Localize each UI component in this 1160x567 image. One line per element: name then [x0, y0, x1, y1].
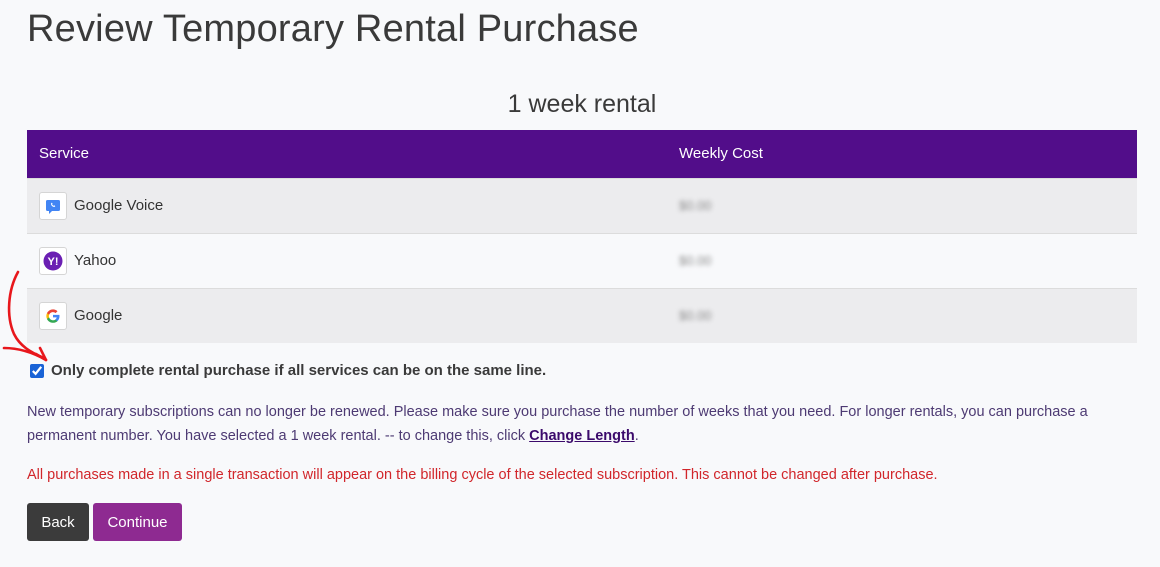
- service-name: Google Voice: [74, 197, 164, 214]
- google-voice-icon: [39, 191, 67, 220]
- same-line-option[interactable]: Only complete rental purchase if all ser…: [30, 362, 546, 379]
- table-header-row: Service Weekly Cost: [27, 130, 1137, 178]
- service-name: Google: [74, 307, 123, 325]
- service-cost: $0.00: [679, 198, 712, 213]
- table-row: Y! Yahoo $0.00: [27, 232, 1137, 288]
- continue-button[interactable]: Continue: [93, 503, 182, 541]
- service-cost: $0.00: [679, 308, 712, 324]
- renewal-info-text: New temporary subscriptions can no longe…: [27, 400, 1127, 448]
- action-buttons: Back Continue: [27, 503, 182, 541]
- billing-warning-text: All purchases made in a single transacti…: [27, 467, 938, 483]
- renewal-info-suffix: .: [634, 428, 639, 444]
- annotation-arrow-icon: [2, 270, 48, 362]
- same-line-checkbox[interactable]: [30, 363, 44, 378]
- header-service: Service: [27, 130, 667, 178]
- rental-length-heading: 1 week rental: [507, 90, 657, 118]
- table-row: Google $0.00: [27, 287, 1137, 343]
- page-title: Review Temporary Rental Purchase: [27, 8, 639, 50]
- table-row: Google Voice $0.00: [27, 177, 1137, 233]
- svg-text:Y!: Y!: [48, 256, 59, 268]
- same-line-label: Only complete rental purchase if all ser…: [51, 362, 547, 379]
- services-table: Service Weekly Cost Google Voice $0.00 Y…: [27, 130, 1137, 343]
- back-button[interactable]: Back: [27, 503, 89, 541]
- change-length-link[interactable]: Change Length: [529, 428, 635, 444]
- service-name: Yahoo: [74, 252, 117, 269]
- service-cost: $0.00: [679, 253, 712, 268]
- header-weekly-cost: Weekly Cost: [667, 130, 1137, 178]
